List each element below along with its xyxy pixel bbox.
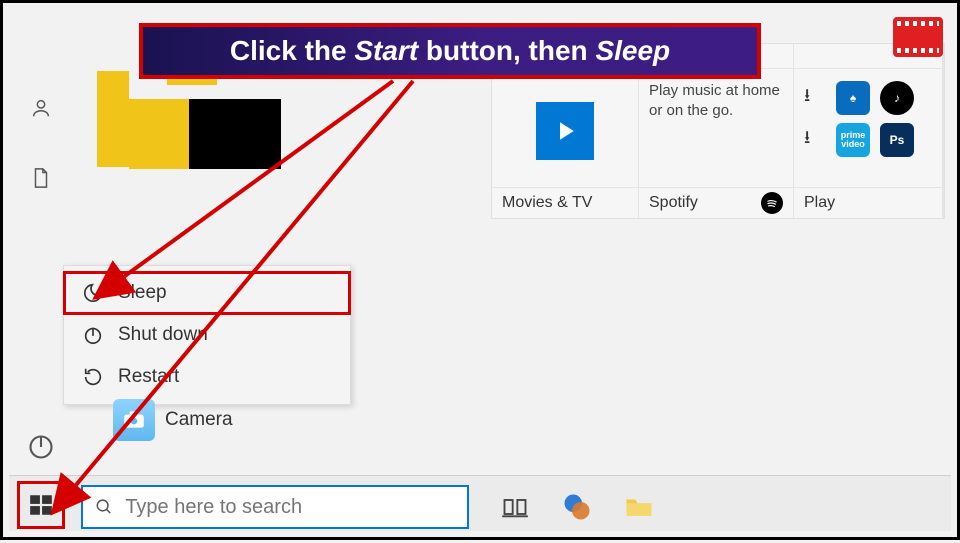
moon-icon xyxy=(82,282,104,304)
tiktok-icon[interactable]: ♪ xyxy=(880,81,914,115)
start-button[interactable] xyxy=(17,481,65,529)
file-explorer-button[interactable] xyxy=(619,487,659,527)
camera-label: Camera xyxy=(165,409,233,431)
download-icon: ⭳ xyxy=(804,125,826,155)
spotify-desc: Play music at home or on the go. xyxy=(649,81,783,122)
prime-video-icon[interactable]: primevideo xyxy=(836,123,870,157)
movies-tv-label[interactable]: Movies & TV xyxy=(492,188,638,218)
power-icon xyxy=(82,324,104,346)
documents-button[interactable] xyxy=(26,163,56,193)
start-menu-rail xyxy=(21,93,61,193)
camera-app-item[interactable]: Camera xyxy=(113,399,233,441)
shutdown-menu-item[interactable]: Shut down xyxy=(64,314,350,356)
restart-label: Restart xyxy=(118,366,179,388)
solitaire-icon[interactable]: ♠ xyxy=(836,81,870,115)
restart-icon xyxy=(82,366,104,388)
power-button[interactable] xyxy=(27,433,55,461)
play-group-tile[interactable]: ⭳ ♠ ♪ ⭳ primevideo Ps xyxy=(794,69,942,187)
sleep-label: Sleep xyxy=(118,282,167,304)
play-label[interactable]: Play xyxy=(794,188,942,218)
restart-menu-item[interactable]: Restart xyxy=(64,356,350,398)
instruction-callout: Click the Start button, then Sleep xyxy=(139,23,761,79)
sleep-menu-item[interactable]: Sleep xyxy=(64,272,350,314)
chat-button[interactable] xyxy=(557,487,597,527)
power-menu: Sleep Shut down Restart xyxy=(63,265,351,405)
spotify-label[interactable]: Spotify xyxy=(639,188,793,218)
film-and-tv-icon[interactable] xyxy=(893,17,943,57)
user-account-button[interactable] xyxy=(26,93,56,123)
download-icon: ⭳ xyxy=(804,83,826,113)
search-icon xyxy=(95,497,113,517)
spotify-tile[interactable]: Play music at home or on the go. xyxy=(639,69,793,187)
photoshop-icon[interactable]: Ps xyxy=(880,123,914,157)
camera-icon xyxy=(113,399,155,441)
shutdown-label: Shut down xyxy=(118,324,208,346)
taskbar-search[interactable] xyxy=(81,485,469,529)
play-icon xyxy=(536,102,594,160)
movies-tv-tile[interactable] xyxy=(492,69,638,187)
search-input[interactable] xyxy=(125,496,455,519)
task-view-button[interactable] xyxy=(495,487,535,527)
spotify-icon xyxy=(761,192,783,214)
windows-logo-icon xyxy=(28,492,54,518)
taskbar-pinned-apps xyxy=(495,487,659,527)
